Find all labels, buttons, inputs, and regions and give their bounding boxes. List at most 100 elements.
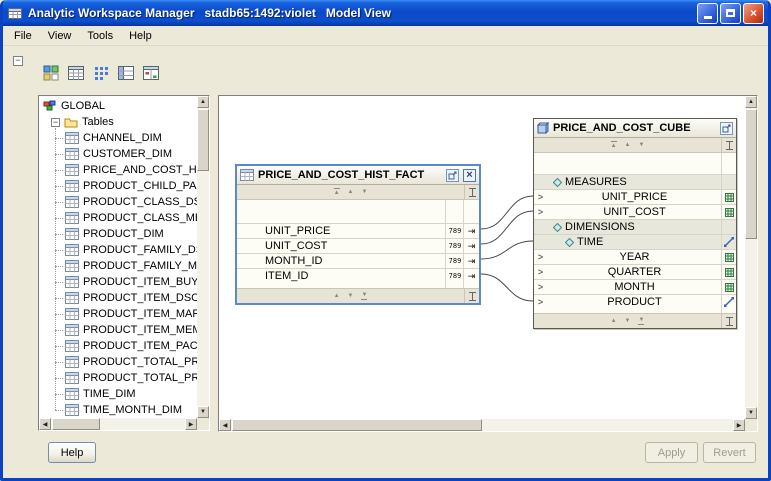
collapse-top-icon[interactable]: ▲: [334, 188, 340, 196]
fact-column-row[interactable]: UNIT_PRICE 789 ⇥: [237, 223, 479, 238]
scroll-left-button[interactable]: ◀: [219, 419, 231, 431]
table-view-icon[interactable]: [66, 63, 86, 83]
move-down-icon[interactable]: ▼: [361, 189, 367, 195]
model-view-icon[interactable]: [41, 63, 61, 83]
mapping-connector[interactable]: [481, 241, 533, 259]
mapping-connector[interactable]: [481, 196, 533, 229]
canvas-vertical-scrollbar[interactable]: ▲ ▼: [745, 96, 757, 419]
menu-view[interactable]: View: [40, 28, 80, 44]
mapping-connector[interactable]: [481, 211, 533, 244]
collapse-bottom-icon[interactable]: ▼: [361, 292, 367, 300]
menu-help[interactable]: Help: [121, 28, 160, 44]
fact-column-label: MONTH_ID: [265, 255, 446, 267]
menu-tools[interactable]: Tools: [79, 28, 121, 44]
tree-vertical-scrollbar[interactable]: ▲ ▼: [197, 96, 209, 418]
tree-item[interactable]: PRODUCT_ITEM_PACKAGE: [39, 338, 197, 354]
scroll-down-button[interactable]: ▼: [197, 406, 209, 418]
resize-icon[interactable]: [726, 141, 733, 150]
tree-item[interactable]: PRODUCT_CLASS_DSC: [39, 194, 197, 210]
scroll-thumb[interactable]: [232, 419, 482, 431]
collapse-top-icon[interactable]: ▲: [611, 141, 617, 149]
schema-tree-panel: GLOBAL − Tables CHANNEL_DIM CUSTOMER_DIM…: [38, 95, 210, 431]
scroll-left-button[interactable]: ◀: [39, 418, 51, 430]
cube-row-dimensions[interactable]: DIMENSIONS: [534, 219, 736, 234]
tree-folder-tables[interactable]: − Tables: [39, 114, 197, 130]
fact-column-row[interactable]: ITEM_ID 789 ⇥: [237, 268, 479, 283]
cube-row-year[interactable]: >YEAR: [534, 249, 736, 264]
tree-item[interactable]: PRODUCT_ITEM_DSC: [39, 290, 197, 306]
resize-icon[interactable]: [469, 188, 476, 197]
tree-item[interactable]: TIME_MONTH_DIM: [39, 402, 197, 418]
move-up-icon[interactable]: ▲: [348, 189, 354, 195]
restore-icon[interactable]: [446, 169, 459, 182]
cube-row-unit_price[interactable]: >UNIT_PRICE: [534, 189, 736, 204]
collapse-expander-icon[interactable]: −: [51, 118, 60, 127]
move-down-icon[interactable]: ▼: [348, 293, 354, 299]
fact-table-box[interactable]: PRICE_AND_COST_HIST_FACT × ▲ ▲ ▼: [235, 164, 481, 305]
cube-row-time[interactable]: TIME: [534, 234, 736, 249]
tree-item[interactable]: CUSTOMER_DIM: [39, 146, 197, 162]
canvas-horizontal-scrollbar[interactable]: ◀ ▶: [219, 419, 745, 431]
tree-horizontal-scrollbar[interactable]: ◀ ▶: [39, 418, 197, 430]
cube-header[interactable]: PRICE_AND_COST_CUBE: [534, 119, 736, 138]
minimize-button[interactable]: [697, 3, 718, 24]
resize-icon[interactable]: [726, 317, 733, 326]
tree-root-global[interactable]: GLOBAL: [39, 98, 197, 114]
cube-title: PRICE_AND_COST_CUBE: [553, 122, 716, 134]
tree-item[interactable]: PRODUCT_TOTAL_PRODU: [39, 354, 197, 370]
cube-box[interactable]: PRICE_AND_COST_CUBE ▲ ▲ ▼ MEASURES>: [533, 118, 737, 329]
cube-row-month[interactable]: >MONTH: [534, 279, 736, 294]
close-button[interactable]: ×: [743, 3, 764, 24]
scroll-right-button[interactable]: ▶: [733, 419, 745, 431]
mapping-connector[interactable]: [481, 274, 533, 301]
schema-icon: [43, 100, 57, 112]
tree-item[interactable]: PRODUCT_ITEM_BUYER: [39, 274, 197, 290]
fact-rows: UNIT_PRICE 789 ⇥ UNIT_COST 789 ⇥ MONTH_I…: [237, 200, 479, 288]
model-canvas[interactable]: PRICE_AND_COST_HIST_FACT × ▲ ▲ ▼: [219, 96, 745, 419]
tree-item[interactable]: PRICE_AND_COST_HIST_F: [39, 162, 197, 178]
close-icon[interactable]: ×: [463, 169, 476, 182]
scroll-down-button[interactable]: ▼: [745, 407, 757, 419]
fact-column-row[interactable]: UNIT_COST 789 ⇥: [237, 238, 479, 253]
tree-item[interactable]: TIME_DIM: [39, 386, 197, 402]
table-icon: [240, 169, 254, 181]
cube-row-product[interactable]: >PRODUCT: [534, 294, 736, 309]
move-up-icon[interactable]: ▲: [625, 142, 631, 148]
tree-item[interactable]: PRODUCT_ITEM_MARKETI: [39, 306, 197, 322]
outer-tree-expander-icon[interactable]: −: [13, 56, 23, 66]
scroll-up-button[interactable]: ▲: [745, 96, 757, 108]
tree-item[interactable]: PRODUCT_TOTAL_PRODU: [39, 370, 197, 386]
collapse-bottom-icon[interactable]: ▼: [638, 317, 644, 325]
tree-item[interactable]: PRODUCT_FAMILY_DSC: [39, 242, 197, 258]
move-down-icon[interactable]: ▼: [638, 142, 644, 148]
scroll-right-button[interactable]: ▶: [185, 418, 197, 430]
title-bar[interactable]: Analytic Workspace Manager stadb65:1492:…: [3, 0, 768, 26]
tree-item[interactable]: PRODUCT_FAMILY_MEMB: [39, 258, 197, 274]
cube-row-measures[interactable]: MEASURES: [534, 174, 736, 189]
mapping-view-icon[interactable]: [116, 63, 136, 83]
tree-item[interactable]: PRODUCT_CLASS_MEMBE: [39, 210, 197, 226]
cube-row-unit_cost[interactable]: >UNIT_COST: [534, 204, 736, 219]
restore-icon[interactable]: [720, 122, 733, 135]
fact-table-header[interactable]: PRICE_AND_COST_HIST_FACT ×: [237, 166, 479, 185]
validate-view-icon[interactable]: [141, 63, 161, 83]
tree-item[interactable]: CHANNEL_DIM: [39, 130, 197, 146]
move-up-icon[interactable]: ▲: [611, 318, 617, 324]
fact-column-row[interactable]: MONTH_ID 789 ⇥: [237, 253, 479, 268]
tree-item[interactable]: PRODUCT_ITEM_MEMBER: [39, 322, 197, 338]
matrix-view-icon[interactable]: [91, 63, 111, 83]
resize-icon[interactable]: [469, 292, 476, 301]
tree-item[interactable]: PRODUCT_DIM: [39, 226, 197, 242]
scroll-thumb[interactable]: [745, 109, 757, 239]
move-up-icon[interactable]: ▲: [334, 293, 340, 299]
help-button[interactable]: Help: [48, 442, 96, 463]
cube-row-quarter[interactable]: >QUARTER: [534, 264, 736, 279]
scroll-thumb[interactable]: [52, 418, 100, 430]
fact-toolbar-top: ▲ ▲ ▼: [237, 185, 479, 200]
scroll-up-button[interactable]: ▲: [197, 96, 209, 108]
move-down-icon[interactable]: ▼: [625, 318, 631, 324]
menu-file[interactable]: File: [6, 28, 40, 44]
maximize-button[interactable]: [720, 3, 741, 24]
scroll-thumb[interactable]: [197, 109, 209, 171]
tree-item[interactable]: PRODUCT_CHILD_PARENT: [39, 178, 197, 194]
